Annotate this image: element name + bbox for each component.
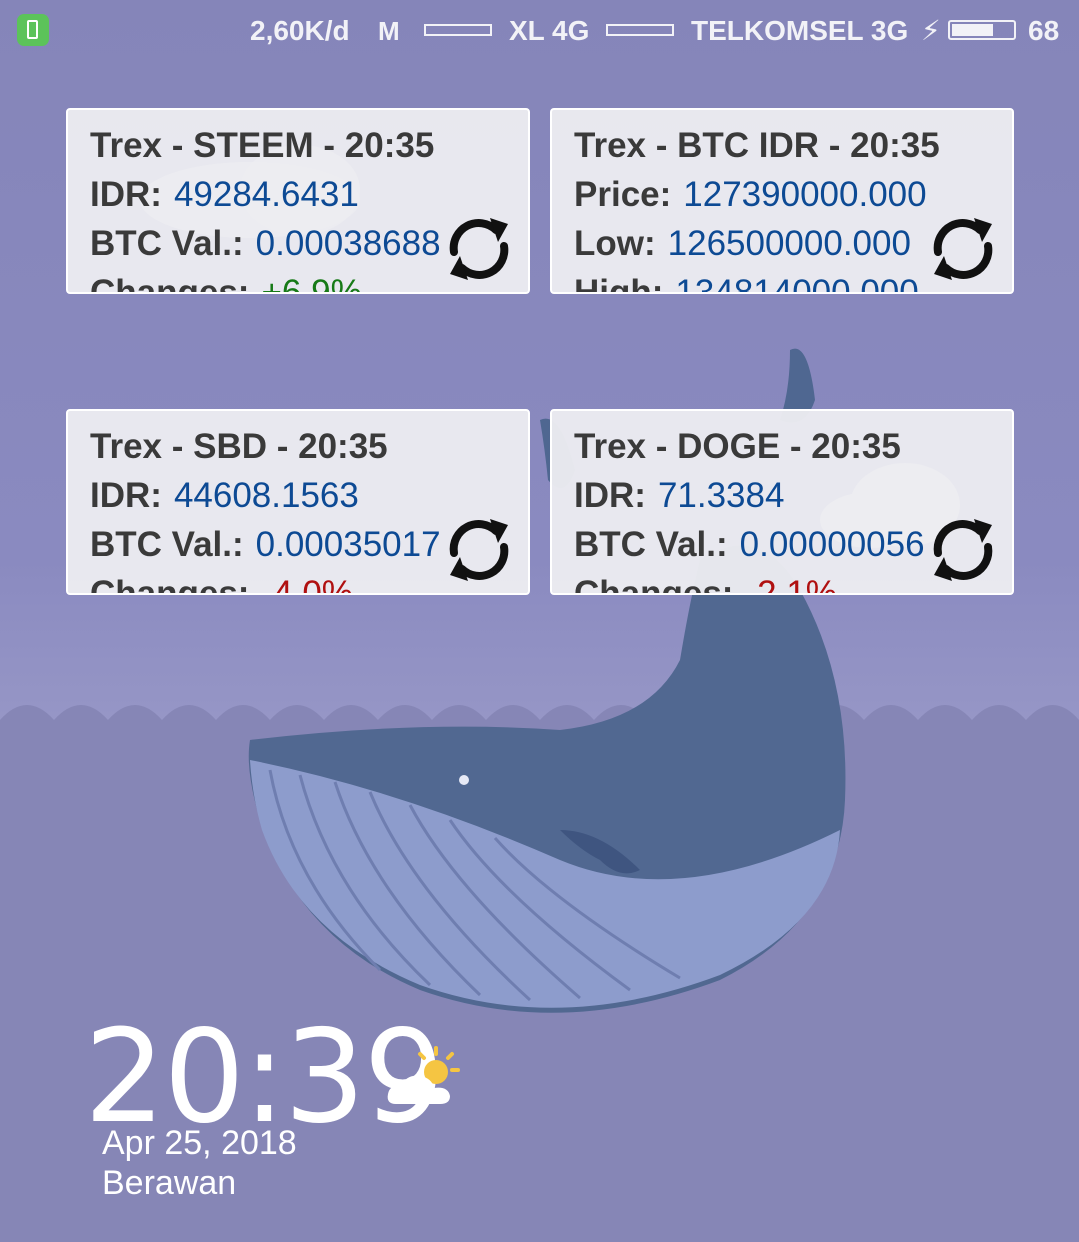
row-value: +6.9% (261, 273, 362, 294)
widget-title: Trex - SBD - 20:35 (90, 427, 388, 466)
battery-icon (948, 20, 1016, 40)
row-value: -4.0% (261, 574, 353, 595)
widget-title: Trex - STEEM - 20:35 (90, 126, 435, 165)
widget-steem[interactable]: Trex - STEEM - 20:35 IDR: 49284.6431 BTC … (66, 108, 530, 294)
widget-row: Price: 127390000.000 (574, 175, 927, 215)
row-value: 127390000.000 (683, 175, 927, 214)
row-value: 134814000.000 (675, 273, 919, 294)
widget-btc-idr[interactable]: Trex - BTC IDR - 20:35 Price: 127390000.0… (550, 108, 1014, 294)
battery-app-icon (17, 14, 49, 46)
row-label: BTC Val.: (90, 525, 244, 564)
signal-icon-sim2 (606, 24, 674, 36)
signal-icon-sim1 (424, 24, 492, 36)
widget-doge[interactable]: Trex - DOGE - 20:35 IDR: 71.3384 BTC Val.… (550, 409, 1014, 595)
row-label: Low: (574, 224, 656, 263)
status-bar: 2,60K/d M XL 4G TELKOMSEL 3G ⚡ 68 (0, 0, 1079, 62)
refresh-icon[interactable] (928, 515, 998, 585)
row-label: High: (574, 273, 664, 294)
widget-row: IDR: 49284.6431 (90, 175, 359, 215)
widget-row: Changes: -2.1% (574, 574, 837, 595)
widget-row: Changes: +6.9% (90, 273, 362, 294)
charging-icon: ⚡ (921, 15, 941, 46)
row-label: Price: (574, 175, 672, 214)
row-label: IDR: (90, 175, 162, 214)
row-value: 44608.1563 (173, 476, 359, 515)
row-value: 49284.6431 (173, 175, 359, 214)
row-label: IDR: (90, 476, 162, 515)
battery-fill (952, 24, 993, 36)
row-label: Changes: (90, 574, 250, 595)
row-label: Changes: (574, 574, 734, 595)
network-speed: 2,60K/d (250, 15, 350, 46)
carrier-1: XL 4G (509, 15, 590, 46)
battery-level: 68 (1028, 15, 1060, 46)
widget-title: Trex - BTC IDR - 20:35 (574, 126, 940, 165)
widget-row: BTC Val.: 0.00035017 (90, 525, 441, 565)
row-value: 0.00000056 (739, 525, 925, 564)
weather-description: Berawan (102, 1164, 237, 1202)
widget-row: BTC Val.: 0.00000056 (574, 525, 925, 565)
widget-title: Trex - DOGE - 20:35 (574, 427, 901, 466)
widget-row: Changes: -4.0% (90, 574, 353, 595)
row-value: -2.1% (745, 574, 837, 595)
widget-row: IDR: 44608.1563 (90, 476, 359, 516)
refresh-icon[interactable] (444, 515, 514, 585)
lock-screen: 2,60K/d M XL 4G TELKOMSEL 3G ⚡ 68 Trex -… (0, 0, 1079, 1242)
row-label: IDR: (574, 476, 646, 515)
widget-row: High: 134814000.000 (574, 273, 919, 294)
row-label: Changes: (90, 273, 250, 294)
widget-row: Low: 126500000.000 (574, 224, 911, 264)
row-value: 126500000.000 (667, 224, 911, 263)
partly-cloudy-icon (387, 1046, 460, 1104)
row-label: BTC Val.: (574, 525, 728, 564)
row-value: 0.00038688 (255, 224, 441, 263)
row-label: BTC Val.: (90, 224, 244, 263)
row-value: 71.3384 (657, 476, 785, 515)
lockscreen-date: Apr 25, 2018 (102, 1124, 297, 1162)
widget-sbd[interactable]: Trex - SBD - 20:35 IDR: 44608.1563 BTC Va… (66, 409, 530, 595)
widget-row: BTC Val.: 0.00038688 (90, 224, 441, 264)
gmail-icon: M (378, 16, 400, 46)
widget-row: IDR: 71.3384 (574, 476, 784, 516)
refresh-icon[interactable] (928, 214, 998, 284)
refresh-icon[interactable] (444, 214, 514, 284)
carrier-2: TELKOMSEL 3G (691, 15, 909, 46)
row-value: 0.00035017 (255, 525, 441, 564)
